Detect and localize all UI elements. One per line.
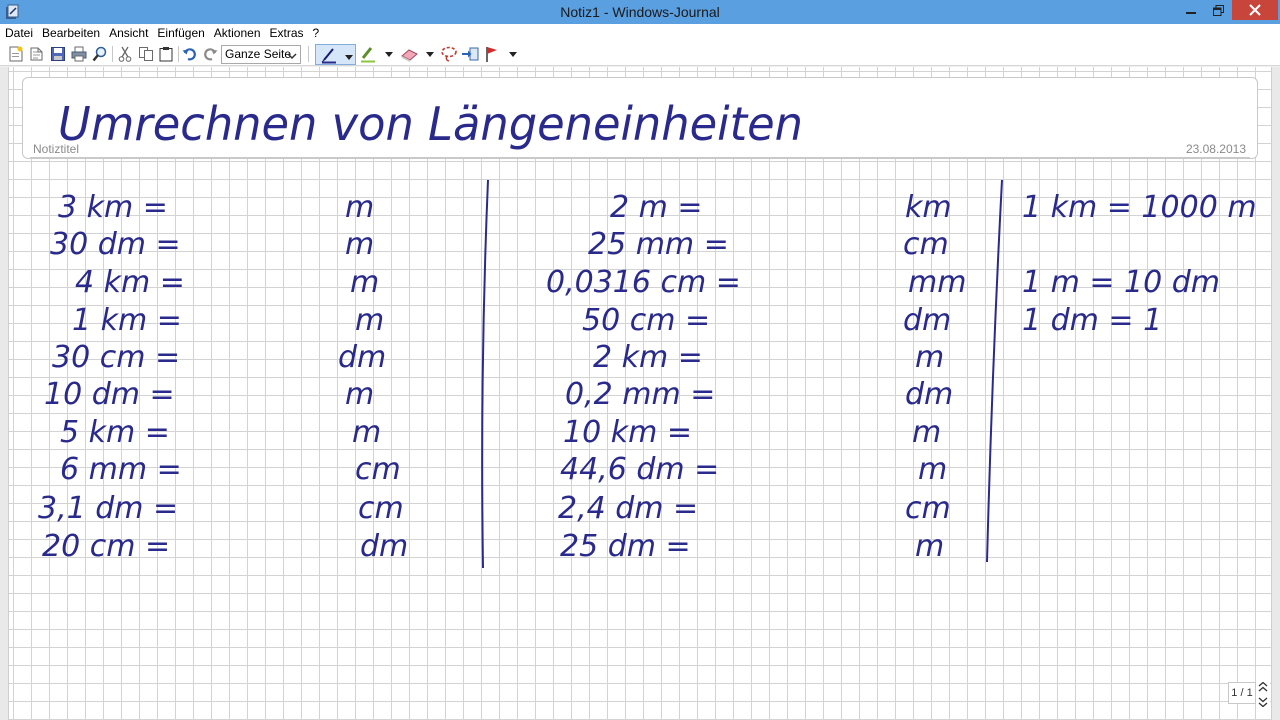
note-canvas-area <box>0 67 1280 720</box>
undo-icon[interactable] <box>181 45 199 63</box>
open-icon[interactable] <box>28 45 46 63</box>
highlighter-icon[interactable] <box>359 45 377 63</box>
note-date: 23.08.2013 <box>1185 142 1246 156</box>
menu-einfuegen[interactable]: Einfügen <box>157 26 204 40</box>
restore-button[interactable] <box>1204 0 1232 20</box>
save-icon[interactable] <box>49 45 67 63</box>
cut-icon[interactable] <box>116 45 134 63</box>
menu-aktionen[interactable]: Aktionen <box>214 26 261 40</box>
minimize-button[interactable] <box>1178 0 1204 20</box>
note-page[interactable] <box>8 67 1272 720</box>
menu-bearbeiten[interactable]: Bearbeiten <box>42 26 100 40</box>
window-title: Notiz1 - Windows-Journal <box>560 4 720 20</box>
title-bar: Notiz1 - Windows-Journal <box>0 0 1280 24</box>
zoom-select[interactable]: Ganze Seite <box>221 45 301 64</box>
copy-icon[interactable] <box>137 45 155 63</box>
chevron-down-icon[interactable] <box>425 45 434 63</box>
redo-icon[interactable] <box>201 45 219 63</box>
paste-icon[interactable] <box>157 45 175 63</box>
eraser-icon[interactable] <box>401 45 419 63</box>
chevron-down-icon[interactable] <box>508 45 517 63</box>
close-button[interactable] <box>1232 0 1278 20</box>
toolbar: Ganze Seite <box>0 42 1280 66</box>
chevron-down-icon[interactable] <box>345 50 353 64</box>
title-divider <box>30 157 1250 158</box>
toolbar-separator <box>178 46 179 62</box>
toolbar-separator <box>112 46 113 62</box>
zoom-icon[interactable] <box>91 45 109 63</box>
zoom-select-value: Ganze Seite <box>225 47 292 61</box>
lasso-icon[interactable] <box>440 45 458 63</box>
note-title-label: Notiztitel <box>33 142 80 156</box>
note-title-area[interactable] <box>22 77 1258 159</box>
toolbar-separator <box>308 46 309 62</box>
print-icon[interactable] <box>70 45 88 63</box>
chevron-down-icon[interactable] <box>384 45 393 63</box>
chevron-down-icon <box>287 49 297 66</box>
flag-icon[interactable] <box>483 45 501 63</box>
next-page-button[interactable] <box>1256 695 1270 709</box>
menu-datei[interactable]: Datei <box>5 26 33 40</box>
menu-bar: Datei Bearbeiten Ansicht Einfügen Aktion… <box>0 24 1280 42</box>
pen-tool-button[interactable] <box>315 44 356 65</box>
menu-ansicht[interactable]: Ansicht <box>109 26 148 40</box>
page-indicator: 1 / 1 <box>1228 682 1256 704</box>
insert-space-icon[interactable] <box>461 45 479 63</box>
new-note-icon[interactable] <box>7 45 25 63</box>
previous-page-button[interactable] <box>1256 680 1270 694</box>
menu-extras[interactable]: Extras <box>270 26 304 40</box>
menu-help[interactable]: ? <box>313 26 320 40</box>
pen-icon <box>320 46 338 67</box>
